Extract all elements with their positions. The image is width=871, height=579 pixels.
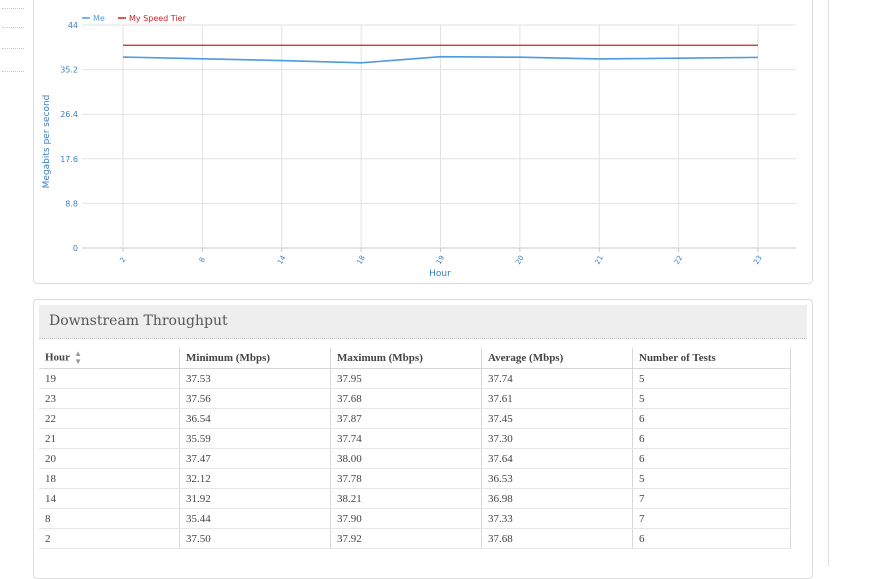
cell-tests: 5	[632, 388, 791, 409]
cell-minimum: 32.12	[179, 468, 331, 489]
legend-label: Me	[93, 14, 105, 23]
x-tick-label: 21	[594, 254, 605, 266]
y-tick-label: 17.6	[60, 155, 78, 164]
x-tick-label: 19	[435, 254, 446, 266]
y-tick-label: 35.2	[60, 66, 78, 75]
cell-minimum: 35.59	[179, 428, 331, 449]
cell-minimum: 31.92	[179, 488, 331, 509]
column-header-average[interactable]: Average (Mbps)	[481, 348, 633, 369]
x-axis-title: Hour	[429, 269, 451, 279]
table-row: 14 31.92 38.21 36.98 7	[39, 488, 791, 509]
cell-maximum: 37.92	[330, 528, 482, 549]
cell-tests: 6	[632, 448, 791, 469]
cell-hour: 18	[39, 468, 180, 489]
cell-maximum: 37.74	[330, 428, 482, 449]
table-row: 23 37.56 37.68 37.61 5	[39, 388, 791, 409]
cell-maximum: 38.00	[330, 448, 482, 469]
y-tick-label: 0	[73, 244, 78, 253]
cell-average: 37.68	[481, 528, 633, 549]
y-tick-label: 26.4	[60, 110, 78, 119]
x-tick-label: 18	[355, 254, 366, 266]
cell-hour: 20	[39, 448, 180, 469]
cell-hour: 19	[39, 368, 180, 389]
cell-average: 37.74	[481, 368, 633, 389]
y-tick-label: 8.8	[65, 199, 78, 208]
table-row: 22 36.54 37.87 37.45 6	[39, 408, 791, 429]
cell-average: 36.53	[481, 468, 633, 489]
table-row: 19 37.53 37.95 37.74 5	[39, 368, 791, 389]
x-tick-label: 2	[118, 256, 127, 264]
cell-maximum: 37.68	[330, 388, 482, 409]
column-header-tests[interactable]: Number of Tests	[632, 348, 791, 369]
cell-average: 37.64	[481, 448, 633, 469]
cell-minimum: 35.44	[179, 508, 331, 529]
cell-hour: 23	[39, 388, 180, 409]
cell-average: 37.30	[481, 428, 633, 449]
column-header-maximum[interactable]: Maximum (Mbps)	[330, 348, 482, 369]
speed-chart: 0 8.8 17.6 26.4 35.2 44 2 8 14 18 19 20 21 22 23 Megabi…	[42, 14, 796, 279]
cell-hour: 14	[39, 488, 180, 509]
cell-tests: 7	[632, 508, 791, 529]
cell-minimum: 37.50	[179, 528, 331, 549]
x-tick-label: 14	[276, 254, 288, 266]
cell-average: 36.98	[481, 488, 633, 509]
panel-title: Downstream Throughput	[49, 313, 228, 329]
x-tick-label: 20	[514, 254, 525, 266]
table-row: 18 32.12 37.78 36.53 5	[39, 468, 791, 489]
cell-tests: 6	[632, 408, 791, 429]
cell-tests: 5	[632, 468, 791, 489]
throughput-table: Hour ▲ ▼ Minimum (Mbps) Maximum (Mbps) Ave…	[39, 348, 791, 549]
x-tick-label: 23	[752, 254, 763, 266]
sort-icon[interactable]: ▲ ▼	[74, 350, 82, 366]
table-row: 8 35.44 37.90 37.33 7	[39, 508, 791, 529]
table-row: 2 37.50 37.92 37.68 6	[39, 528, 791, 549]
cell-average: 37.61	[481, 388, 633, 409]
x-tick-label: 22	[673, 254, 684, 266]
x-tick-label: 8	[198, 256, 207, 264]
cell-maximum: 37.87	[330, 408, 482, 429]
cell-tests: 5	[632, 368, 791, 389]
cell-maximum: 37.78	[330, 468, 482, 489]
right-divider	[828, 0, 829, 566]
cell-average: 37.45	[481, 408, 633, 429]
table-header-row: Hour ▲ ▼ Minimum (Mbps) Maximum (Mbps) Ave…	[39, 348, 791, 369]
cell-minimum: 37.53	[179, 368, 331, 389]
cell-minimum: 37.56	[179, 388, 331, 409]
chart-panel: 0 8.8 17.6 26.4 35.2 44 2 8 14 18 19 20 21 22 23 Megabi…	[33, 0, 813, 284]
legend-label: My Speed Tier	[129, 14, 187, 23]
cell-maximum: 37.90	[330, 508, 482, 529]
panel-header: Downstream Throughput	[39, 305, 807, 339]
column-header-hour[interactable]: Hour ▲ ▼	[39, 348, 180, 369]
cell-tests: 6	[632, 428, 791, 449]
cell-tests: 6	[632, 528, 791, 549]
throughput-table-panel: Downstream Throughput Hour ▲ ▼ Minimum (Mb…	[33, 299, 813, 579]
left-edge-dots	[0, 0, 30, 90]
table-body: 19 37.53 37.95 37.74 5 23 37.56 37.68 37.61 5 22 36…	[39, 368, 791, 549]
y-tick-label: 44	[68, 21, 78, 30]
cell-hour: 8	[39, 508, 180, 529]
table-row: 21 35.59 37.74 37.30 6	[39, 428, 791, 449]
cell-hour: 21	[39, 428, 180, 449]
cell-tests: 7	[632, 488, 791, 509]
cell-minimum: 37.47	[179, 448, 331, 469]
y-axis-title: Megabits per second	[42, 95, 52, 189]
column-header-minimum[interactable]: Minimum (Mbps)	[179, 348, 331, 369]
cell-hour: 22	[39, 408, 180, 429]
cell-average: 37.33	[481, 508, 633, 529]
table-row: 20 37.47 38.00 37.64 6	[39, 448, 791, 469]
cell-maximum: 38.21	[330, 488, 482, 509]
cell-hour: 2	[39, 528, 180, 549]
cell-minimum: 36.54	[179, 408, 331, 429]
cell-maximum: 37.95	[330, 368, 482, 389]
